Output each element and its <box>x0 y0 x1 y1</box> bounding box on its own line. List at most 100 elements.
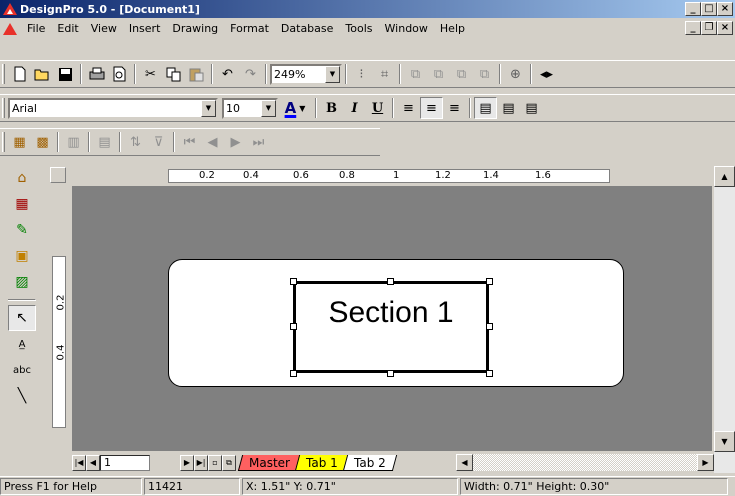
bold-button[interactable]: B <box>320 97 343 119</box>
scroll-right-icon[interactable]: ▶ <box>697 454 714 471</box>
rotate-icon[interactable]: ⊕ <box>504 63 527 85</box>
menu-tools[interactable]: Tools <box>339 22 378 35</box>
pointer-tool-icon[interactable]: ↖ <box>8 305 36 331</box>
send-to-back-icon[interactable]: ⧉ <box>427 63 450 85</box>
prev-page-icon[interactable]: ◀ <box>86 454 100 471</box>
horizontal-scrollbar[interactable]: ◀ ▶ <box>456 454 714 471</box>
insert-text-icon[interactable]: ✎ <box>8 217 36 243</box>
vertical-scrollbar[interactable]: ▲ ▼ <box>714 166 735 473</box>
snap-icon[interactable]: ⌗ <box>373 63 396 85</box>
last-page-icon[interactable]: ▶| <box>194 454 208 471</box>
font-name-select[interactable]: Arial ▼ <box>8 97 218 119</box>
align-objects-icon[interactable]: ⁝ <box>350 63 373 85</box>
bring-forward-icon[interactable]: ⧉ <box>450 63 473 85</box>
resize-handle[interactable] <box>486 278 493 285</box>
menu-format[interactable]: Format <box>224 22 275 35</box>
next-record-icon[interactable]: ▶ <box>224 131 247 153</box>
resize-handle[interactable] <box>290 278 297 285</box>
print-icon[interactable] <box>85 63 108 85</box>
font-color-button[interactable]: A ▼ <box>278 97 312 119</box>
label-shape[interactable]: Section 1 <box>168 259 624 387</box>
doc-restore-button[interactable]: ❐ <box>701 21 717 35</box>
tab-2[interactable]: Tab 2 <box>342 454 397 471</box>
open-folder-icon[interactable] <box>31 63 54 85</box>
align-left-icon[interactable]: ≡ <box>397 97 420 119</box>
toolbar-grip[interactable] <box>2 98 5 118</box>
print-preview-icon[interactable] <box>108 63 131 85</box>
toolbar-grip[interactable] <box>2 64 5 84</box>
resize-handle[interactable] <box>290 323 297 330</box>
scroll-down-icon[interactable]: ▼ <box>714 431 735 452</box>
insert-object-icon[interactable]: ⌂ <box>8 165 36 191</box>
menu-file[interactable]: File <box>21 22 51 35</box>
menu-database[interactable]: Database <box>275 22 340 35</box>
prev-record-icon[interactable]: ◀ <box>201 131 224 153</box>
zoom-select[interactable]: 249% ▼ <box>270 63 342 85</box>
chevron-down-icon[interactable]: ▼ <box>201 99 216 117</box>
database-view-icon[interactable]: ▤ <box>93 131 116 153</box>
database-sort-icon[interactable]: ⇅ <box>124 131 147 153</box>
undo-icon[interactable]: ↶ <box>216 63 239 85</box>
text-frame[interactable]: Section 1 <box>293 281 489 373</box>
insert-picture-icon[interactable]: ▨ <box>8 269 36 295</box>
new-document-icon[interactable] <box>8 63 31 85</box>
first-record-icon[interactable]: ⏮ <box>178 131 201 153</box>
valign-bottom-icon[interactable]: ▤ <box>520 97 543 119</box>
toolbar-grip[interactable] <box>2 132 5 152</box>
text-frame-tool-icon[interactable]: A̲ <box>8 331 36 357</box>
doc-minimize-button[interactable]: _ <box>685 21 701 35</box>
maximize-button[interactable]: □ <box>701 2 717 16</box>
page-number-input[interactable]: 1 <box>100 454 150 471</box>
last-record-icon[interactable]: ⏭ <box>247 131 270 153</box>
doc-close-button[interactable]: × <box>717 21 733 35</box>
italic-button[interactable]: I <box>343 97 366 119</box>
first-page-icon[interactable]: |◀ <box>72 454 86 471</box>
resize-handle[interactable] <box>387 370 394 377</box>
document-logo-icon[interactable] <box>3 22 17 36</box>
redo-icon[interactable]: ↷ <box>239 63 262 85</box>
line-tool-icon[interactable]: ╲ <box>8 383 36 409</box>
chevron-down-icon[interactable]: ▼ <box>325 65 340 83</box>
resize-handle[interactable] <box>290 370 297 377</box>
database-open-icon[interactable]: ▩ <box>31 131 54 153</box>
menu-edit[interactable]: Edit <box>51 22 84 35</box>
flip-icon[interactable]: ◂▸ <box>535 63 558 85</box>
align-center-icon[interactable]: ≡ <box>420 97 443 119</box>
valign-middle-icon[interactable]: ▤ <box>497 97 520 119</box>
tab-1[interactable]: Tab 1 <box>294 454 349 471</box>
minimize-button[interactable]: _ <box>685 2 701 16</box>
duplicate-page-icon[interactable]: ⧉ <box>222 454 236 471</box>
underline-button[interactable]: U <box>366 97 389 119</box>
database-merge-icon[interactable]: ▥ <box>62 131 85 153</box>
database-filter-icon[interactable]: ⊽ <box>147 131 170 153</box>
align-right-icon[interactable]: ≡ <box>443 97 466 119</box>
tab-master[interactable]: Master <box>237 454 302 471</box>
save-icon[interactable] <box>54 63 77 85</box>
menu-window[interactable]: Window <box>379 22 434 35</box>
send-backward-icon[interactable]: ⧉ <box>473 63 496 85</box>
design-canvas[interactable]: Section 1 <box>72 186 712 451</box>
valign-top-icon[interactable]: ▤ <box>474 97 497 119</box>
copy-icon[interactable] <box>162 63 185 85</box>
scroll-left-icon[interactable]: ◀ <box>456 454 473 471</box>
spellcheck-tool-icon[interactable]: abc <box>8 357 36 383</box>
paste-icon[interactable] <box>185 63 208 85</box>
resize-handle[interactable] <box>486 370 493 377</box>
resize-handle[interactable] <box>387 278 394 285</box>
menu-help[interactable]: Help <box>434 22 471 35</box>
menu-insert[interactable]: Insert <box>123 22 167 35</box>
font-size-select[interactable]: 10 ▼ <box>222 97 278 119</box>
cut-icon[interactable]: ✂ <box>139 63 162 85</box>
bring-to-front-icon[interactable]: ⧉ <box>404 63 427 85</box>
menu-drawing[interactable]: Drawing <box>166 22 224 35</box>
close-button[interactable]: × <box>717 2 733 16</box>
next-page-icon[interactable]: ▶ <box>180 454 194 471</box>
menu-view[interactable]: View <box>85 22 123 35</box>
insert-image-icon[interactable]: ▣ <box>8 243 36 269</box>
scroll-up-icon[interactable]: ▲ <box>714 166 735 187</box>
database-new-icon[interactable]: ▦ <box>8 131 31 153</box>
resize-handle[interactable] <box>486 323 493 330</box>
chevron-down-icon[interactable]: ▼ <box>261 99 276 117</box>
insert-table-icon[interactable]: ▦ <box>8 191 36 217</box>
text-frame-content[interactable]: Section 1 <box>300 288 482 366</box>
